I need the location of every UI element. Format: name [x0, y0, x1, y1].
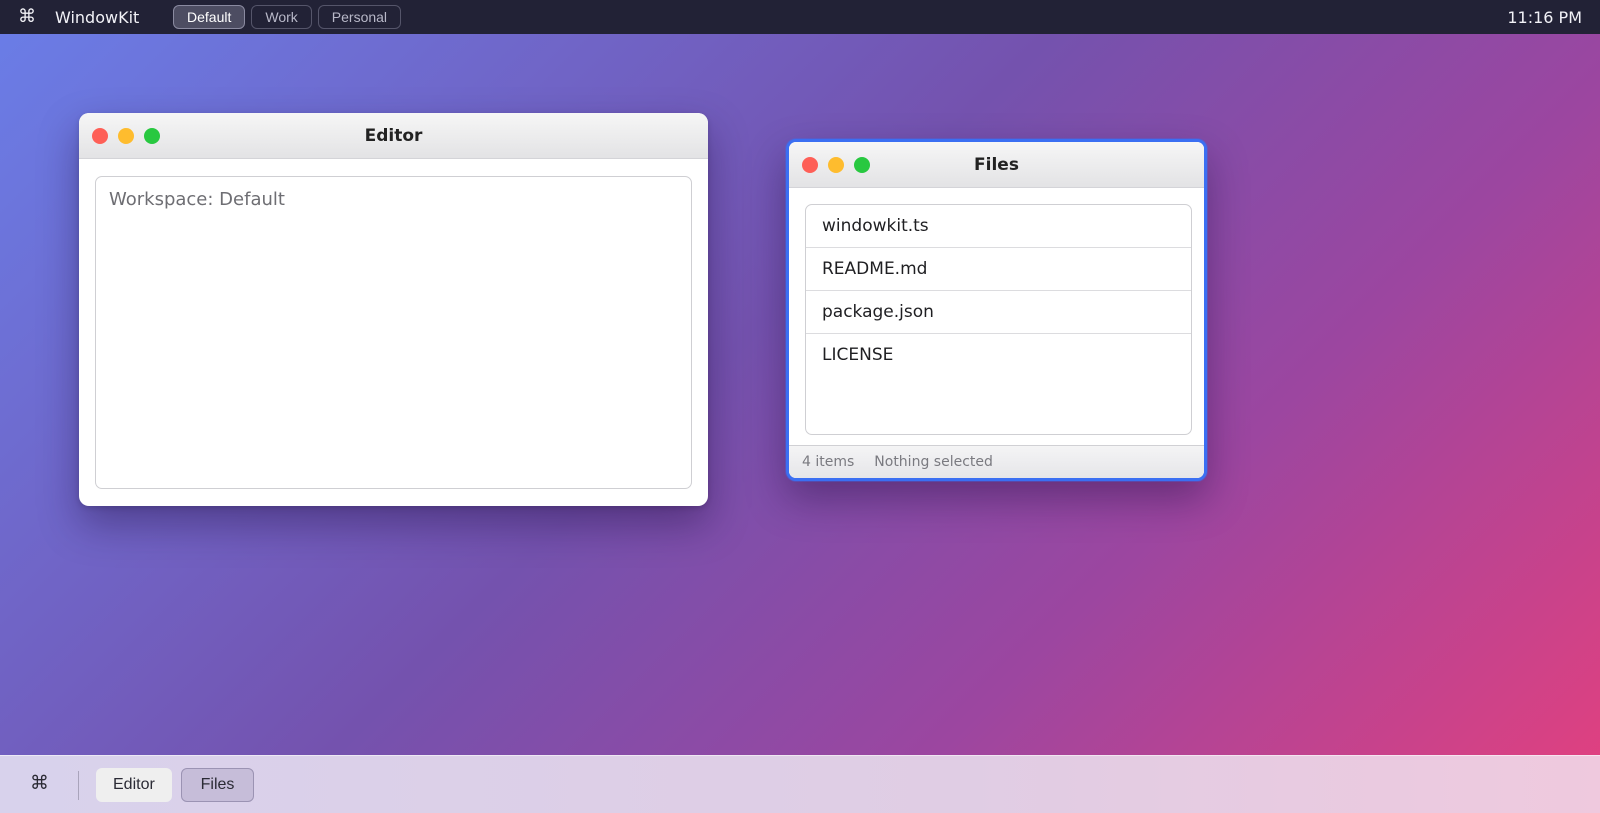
- app-name[interactable]: WindowKit: [55, 8, 139, 27]
- menu-bar: ⌘ WindowKit Default Work Personal 11:16 …: [0, 0, 1600, 34]
- workspace-switcher: Default Work Personal: [173, 5, 402, 29]
- files-window: Files windowkit.ts README.md package.jso…: [786, 139, 1207, 481]
- files-titlebar[interactable]: Files: [789, 142, 1204, 188]
- editor-titlebar[interactable]: Editor: [79, 113, 708, 159]
- dock-item-files[interactable]: Files: [181, 768, 254, 802]
- window-title: Editor: [364, 126, 423, 146]
- workspace-button-personal[interactable]: Personal: [317, 5, 402, 29]
- editor-window: Editor Workspace: Default: [79, 113, 708, 506]
- file-list-item[interactable]: LICENSE: [806, 334, 1191, 377]
- item-count: 4 items: [802, 454, 855, 470]
- clock: 11:16 PM: [1507, 8, 1582, 27]
- dock-item-editor[interactable]: Editor: [96, 768, 172, 802]
- file-list-item[interactable]: windowkit.ts: [806, 205, 1191, 248]
- file-list-item[interactable]: README.md: [806, 248, 1191, 291]
- command-icon[interactable]: ⌘: [30, 772, 49, 794]
- file-list: windowkit.ts README.md package.json LICE…: [805, 204, 1192, 435]
- editor-textarea[interactable]: Workspace: Default: [95, 176, 692, 489]
- dock: ⌘ Editor Files: [0, 755, 1600, 813]
- selection-status: Nothing selected: [874, 454, 993, 470]
- dock-divider: [78, 771, 79, 800]
- file-list-item[interactable]: package.json: [806, 291, 1191, 334]
- workspace-button-work[interactable]: Work: [251, 5, 312, 29]
- status-bar: 4 items Nothing selected: [789, 445, 1204, 478]
- window-title: Files: [974, 155, 1019, 175]
- workspace-button-default[interactable]: Default: [173, 5, 246, 29]
- command-icon[interactable]: ⌘: [18, 6, 36, 27]
